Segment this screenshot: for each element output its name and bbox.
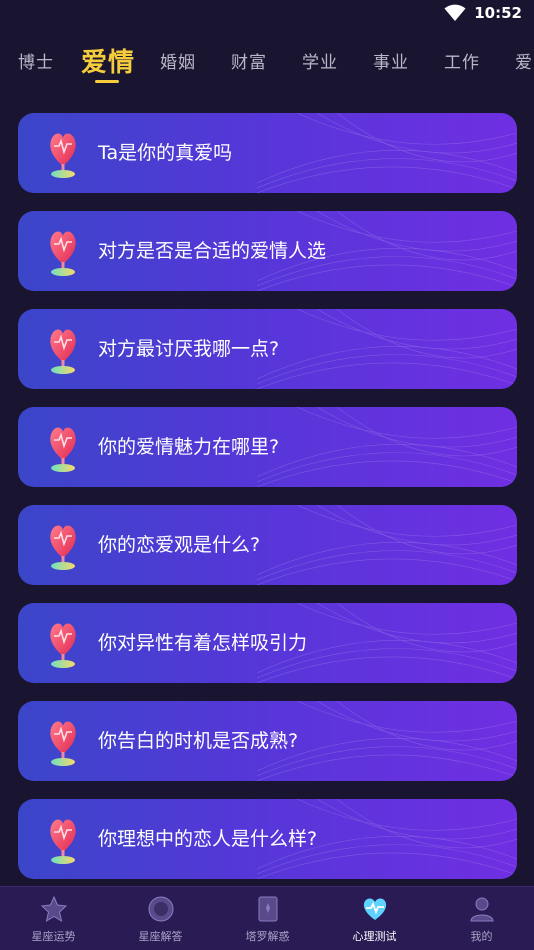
test-card[interactable]: 你的爱情魅力在哪里? [18, 407, 517, 487]
active-tab-indicator [95, 80, 119, 83]
tab-shiye[interactable]: 事业 [373, 48, 409, 73]
tarot-card-icon [258, 896, 278, 922]
card-title: 你的爱情魅力在哪里? [98, 436, 280, 458]
heart-pulse-icon [50, 427, 76, 472]
card-title: Ta是你的真爱吗 [98, 142, 233, 164]
category-tabs: 博士 爱情 婚姻 财富 学业 事业 工作 爱 [0, 34, 534, 90]
heart-pulse-icon [363, 898, 387, 920]
star-icon [40, 895, 68, 923]
card-title: 你告白的时机是否成熟? [98, 730, 299, 752]
tab-xueye[interactable]: 学业 [302, 48, 338, 73]
nav-profile[interactable]: 我的 [428, 887, 534, 950]
nav-answers[interactable]: 星座解答 [107, 887, 214, 950]
nav-psych-test[interactable]: 心理测试 [321, 887, 428, 950]
heart-pulse-icon [50, 231, 76, 276]
card-title: 你理想中的恋人是什么样? [98, 828, 318, 850]
card-title: 你对异性有着怎样吸引力 [98, 632, 308, 654]
tab-overflow[interactable]: 爱 [515, 48, 533, 73]
mesh-decoration [257, 309, 517, 389]
card-title: 对方最讨厌我哪一点? [98, 338, 280, 360]
heart-pulse-icon [50, 133, 76, 178]
heart-pulse-icon [50, 819, 76, 864]
test-card[interactable]: 对方最讨厌我哪一点? [18, 309, 517, 389]
nav-label: 星座解答 [138, 930, 183, 943]
nav-label: 星座运势 [31, 930, 76, 943]
bottom-nav: 星座运势 星座解答 塔罗解惑 心理测试 我的 [0, 886, 534, 950]
tab-gongzuo[interactable]: 工作 [444, 48, 480, 73]
nav-horoscope[interactable]: 星座运势 [0, 887, 107, 950]
card-title: 对方是否是合适的爱情人选 [98, 240, 327, 262]
nav-label: 塔罗解惑 [245, 930, 290, 943]
tab-caifu[interactable]: 财富 [231, 48, 267, 73]
user-icon [470, 897, 494, 922]
test-card[interactable]: 你理想中的恋人是什么样? [18, 799, 517, 879]
status-bar: 10:52 [0, 0, 534, 30]
heart-pulse-icon [50, 525, 76, 570]
orb-icon [148, 896, 174, 922]
test-card[interactable]: 你告白的时机是否成熟? [18, 701, 517, 781]
mesh-decoration [257, 505, 517, 585]
test-card[interactable]: 对方是否是合适的爱情人选 [18, 211, 517, 291]
tab-hunyin[interactable]: 婚姻 [160, 48, 196, 73]
tab-aiqing[interactable]: 爱情 [81, 42, 135, 79]
test-card[interactable]: Ta是你的真爱吗 [18, 113, 517, 193]
heart-pulse-icon [50, 329, 76, 374]
heart-pulse-icon [50, 721, 76, 766]
nav-tarot[interactable]: 塔罗解惑 [214, 887, 321, 950]
test-card[interactable]: 你对异性有着怎样吸引力 [18, 603, 517, 683]
mesh-decoration [257, 407, 517, 487]
wifi-icon [444, 4, 466, 21]
nav-label: 心理测试 [352, 930, 397, 943]
heart-pulse-icon [50, 623, 76, 668]
nav-label: 我的 [470, 930, 493, 943]
mesh-decoration [257, 113, 517, 193]
tab-boshi[interactable]: 博士 [18, 48, 54, 73]
card-title: 你的恋爱观是什么? [98, 534, 261, 556]
test-card[interactable]: 你的恋爱观是什么? [18, 505, 517, 585]
clock: 10:52 [474, 4, 522, 22]
